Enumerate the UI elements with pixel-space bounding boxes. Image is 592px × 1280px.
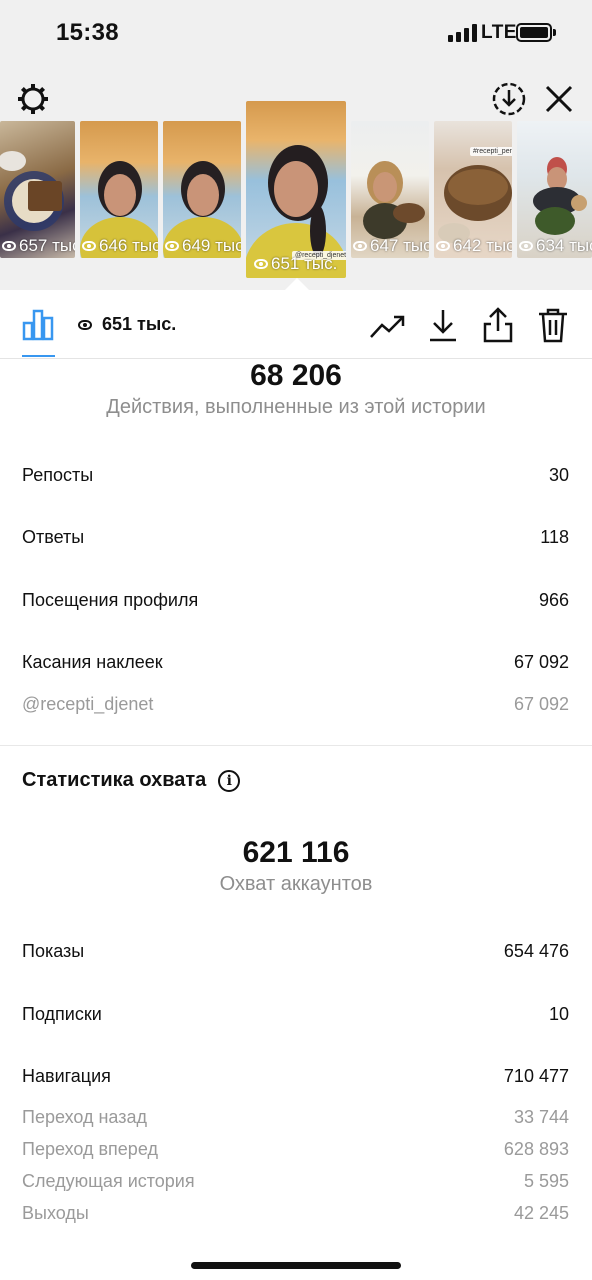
toolbar-views-count: 651 тыс. [102,314,177,334]
stat-subrow-next-story: Следующая история 5 595 [22,1171,569,1192]
story-views: 657 тыс [2,236,75,256]
signal-icon [448,24,477,42]
stat-value: 966 [538,590,569,610]
story-thumbnail[interactable]: 647 тыс [351,121,429,258]
story-thumbnail[interactable]: 657 тыс [0,121,75,258]
stat-row-profile-visits: Посещения профиля 966 [22,590,569,611]
eye-icon [353,241,367,251]
stat-value: 30 [548,465,569,485]
stat-value: 42 245 [513,1203,569,1223]
interactions-caption: Действия, выполненные из этой истории [106,396,486,418]
stat-label: Посещения профиля [22,590,199,610]
active-tab-indicator [22,355,55,357]
stat-label: Ответы [22,527,85,547]
stat-value: 33 744 [513,1107,569,1127]
stat-label: Репосты [22,465,94,485]
eye-icon [165,241,179,251]
eye-icon [2,241,16,251]
bar-chart-icon[interactable] [20,306,56,342]
network-label: LTE [481,22,517,43]
reach-total: 621 116 [242,836,350,869]
selected-pointer [284,278,310,291]
stat-label: Касания наклеек [22,652,163,672]
stat-row-sticker-taps: Касания наклеек 67 092 [22,652,569,673]
stat-value: 628 893 [503,1139,569,1159]
story-thumbnail[interactable]: #recepti_pena 642 тыс [434,121,512,258]
eye-icon [519,241,533,251]
story-thumbnail-selected[interactable]: @recepti_djenet 651 тыс. [246,101,346,278]
home-indicator[interactable] [191,1262,401,1269]
stat-row-navigation: Навигация 710 477 [22,1066,569,1087]
stat-label: Подписки [22,1004,102,1024]
eye-icon [436,241,450,251]
stat-value: 5 595 [523,1171,569,1191]
stat-label: Следующая история [22,1171,195,1191]
stat-value: 67 092 [513,694,569,714]
story-views: 646 тыс [82,236,158,256]
stat-subrow-mention: @recepti_djenet 67 092 [22,694,569,715]
stat-row-reposts: Репосты 30 [22,465,569,486]
stat-row-follows: Подписки 10 [22,1004,569,1025]
interactions-total: 68 206 [250,359,342,392]
story-thumbnail[interactable]: 634 тыс [517,121,592,258]
download-icon[interactable] [424,306,462,344]
status-time: 15:38 [56,19,119,46]
sticker-hashtag: #recepti_pena [470,147,512,156]
toolbar-views: 651 тыс. [78,314,176,335]
eye-icon [78,319,92,330]
stat-label: Выходы [22,1203,89,1223]
delete-trash-icon[interactable] [534,305,572,345]
stat-value: 654 476 [503,941,569,961]
stat-row-replies: Ответы 118 [22,527,569,548]
stat-value: 10 [548,1004,569,1024]
stat-label: Переход назад [22,1107,148,1127]
share-icon[interactable] [478,305,518,345]
trending-icon[interactable] [368,308,408,344]
section-divider [0,745,592,746]
story-views: 649 тыс [165,236,241,256]
story-views: 647 тыс [353,236,429,256]
stat-subrow-exits: Выходы 42 245 [22,1203,569,1224]
story-thumbnail[interactable]: 649 тыс [163,121,241,258]
stat-row-impressions: Показы 654 476 [22,941,569,962]
story-views: 651 тыс. [254,254,337,274]
reach-title-text: Статистика охвата [22,769,207,791]
settings-gear-icon[interactable] [14,80,52,118]
stat-label: Навигация [22,1066,111,1086]
status-bar: 15:38 LTE [0,0,592,66]
story-preview-area: 15:38 LTE 657 тыс 646 тыс 649 тыс @recep… [0,0,592,290]
eye-icon [82,241,96,251]
stat-subrow-back: Переход назад 33 744 [22,1107,569,1128]
stat-label: Показы [22,941,85,961]
reach-section-title: Статистика охвата i [22,769,241,792]
story-views: 642 тыс [436,236,512,256]
eye-icon [254,259,268,269]
story-thumbnail[interactable]: 646 тыс [80,121,158,258]
close-icon[interactable] [540,80,578,118]
stat-value: 710 477 [503,1066,569,1086]
battery-icon [516,23,552,42]
save-story-icon[interactable] [490,80,528,118]
stat-label: @recepti_djenet [22,694,154,714]
reach-caption: Охват аккаунтов [219,873,373,895]
story-views: 634 тыс [519,236,592,256]
stat-label: Переход вперед [22,1139,158,1159]
stat-value: 67 092 [513,652,569,672]
info-icon[interactable]: i [218,769,241,792]
stat-value: 118 [540,527,569,547]
stat-subrow-forward: Переход вперед 628 893 [22,1139,569,1160]
